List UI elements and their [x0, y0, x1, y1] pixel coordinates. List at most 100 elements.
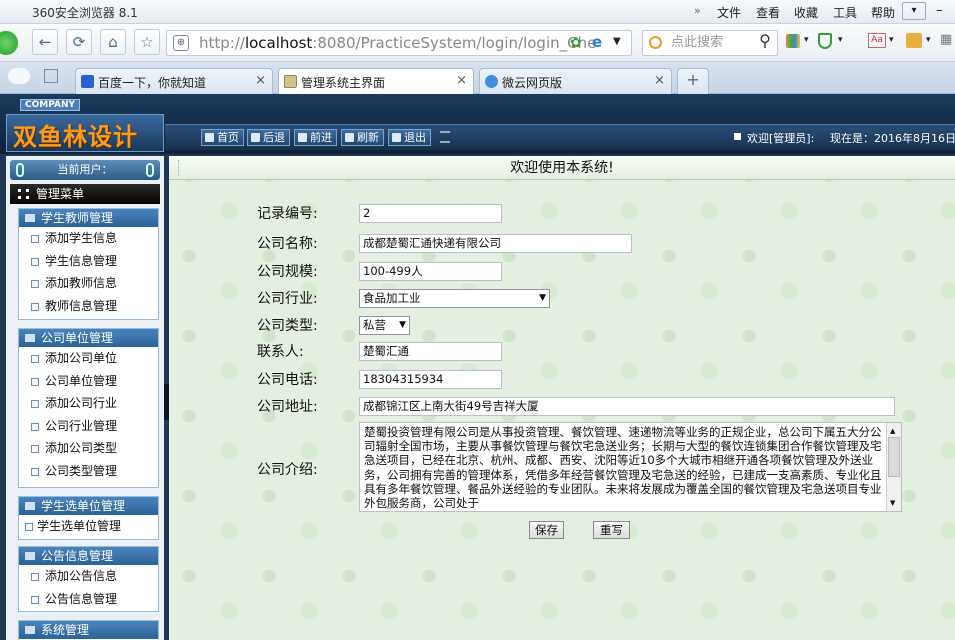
close-icon[interactable]: ×	[255, 73, 266, 88]
company-name-input[interactable]: 成都楚蜀汇通快递有限公司	[359, 234, 632, 253]
phone-input[interactable]: 18304315934	[359, 370, 502, 389]
shield-icon: ⊕	[173, 35, 189, 51]
security-dropdown-icon[interactable]: ▾	[838, 35, 843, 45]
home-icon[interactable]: ⌂	[100, 29, 126, 55]
record-input[interactable]: 2	[359, 204, 502, 223]
translate-icon[interactable]: Aa	[868, 33, 886, 48]
contact-label: 联系人:	[257, 344, 304, 360]
refresh-label: 刷新	[357, 131, 379, 144]
sidebar-item-add-student[interactable]: 添加学生信息	[19, 227, 158, 250]
forward-label: 前进	[310, 131, 332, 144]
sidebar-item-company-manage[interactable]: 公司单位管理	[19, 370, 158, 393]
tab-weiyun[interactable]: 微云网页版 ×	[479, 68, 672, 94]
star-icon[interactable]: ☆	[134, 29, 160, 55]
ie-engine-icon[interactable]: e	[592, 33, 602, 51]
account-icon[interactable]: ▾	[902, 2, 926, 20]
scale-input[interactable]: 100-499人	[359, 262, 502, 281]
chevron-right-icon[interactable]: »	[694, 4, 701, 17]
doc-icon	[31, 235, 39, 243]
extension-dropdown-icon[interactable]: ▾	[926, 35, 931, 45]
sidebar-item-label: 添加教师信息	[45, 276, 118, 290]
doc-icon	[31, 400, 39, 408]
security-icon[interactable]	[818, 33, 832, 49]
sidebar-item-add-company[interactable]: 添加公司单位	[19, 347, 158, 370]
close-icon[interactable]: ×	[654, 73, 665, 88]
sidebar-item-company-type-manage[interactable]: 公司类型管理	[19, 460, 158, 483]
group-header[interactable]: 公司单位管理	[19, 329, 158, 347]
refresh-button[interactable]: 刷新	[341, 129, 384, 146]
doc-icon	[25, 523, 33, 531]
group-title: 公司单位管理	[41, 331, 114, 345]
translate-dropdown-icon[interactable]: ▾	[889, 35, 894, 45]
app-header: COMPANY 双鱼林设计 首页 后退 前进 刷新 退出 欢迎[管理员]: 现在…	[0, 94, 955, 154]
sidebar-item-student-manage[interactable]: 学生信息管理	[19, 250, 158, 273]
refresh-icon[interactable]: ⟳	[66, 29, 92, 55]
group-header[interactable]: 系统管理	[19, 621, 158, 639]
menu-tools[interactable]: 工具	[833, 4, 857, 21]
home-button[interactable]: 首页	[201, 129, 244, 146]
minimize-icon[interactable]: –	[936, 3, 943, 18]
industry-label: 公司行业:	[257, 291, 318, 307]
new-tab-button[interactable]: +	[677, 68, 709, 94]
scroll-down-icon[interactable]: ▼	[890, 496, 895, 510]
doc-icon	[31, 467, 39, 476]
group-header[interactable]: 公告信息管理	[19, 547, 158, 565]
forward-button[interactable]: 前进	[294, 129, 337, 146]
scrollbar[interactable]: ▲ ▼	[886, 423, 901, 511]
power-icon	[392, 133, 401, 142]
cloud-icon[interactable]	[8, 68, 30, 84]
back-icon[interactable]: ←	[32, 29, 58, 55]
more-icon[interactable]: ▦	[940, 32, 952, 47]
tab-baidu[interactable]: 百度一下，你就知道 ×	[75, 68, 273, 94]
sidebar-item-add-teacher[interactable]: 添加教师信息	[19, 272, 158, 295]
logout-button[interactable]: 退出	[388, 129, 431, 146]
address-input[interactable]: 成都锦江区上南大街49号吉祥大厦	[359, 397, 895, 416]
back-button[interactable]: 后退	[247, 129, 290, 146]
doc-icon	[31, 377, 39, 386]
apps-dropdown-icon[interactable]: ▾	[804, 35, 809, 45]
group-header[interactable]: 学生选单位管理	[19, 497, 158, 515]
close-icon[interactable]: ×	[456, 73, 467, 88]
address-bar[interactable]: ⊕ http://localhost:8080/PracticeSystem/l…	[166, 30, 632, 56]
group-system: 系统管理	[18, 620, 159, 640]
sidebar-item-add-industry[interactable]: 添加公司行业	[19, 392, 158, 415]
reset-button[interactable]: 重写	[593, 521, 630, 539]
sidebar-item-add-company-type[interactable]: 添加公司类型	[19, 437, 158, 460]
search-icon[interactable]: ⚲	[752, 29, 778, 55]
folder-icon	[25, 334, 35, 342]
back-label: 后退	[263, 131, 285, 144]
scroll-thumb[interactable]	[888, 437, 900, 477]
group-title: 学生教师管理	[41, 211, 114, 225]
type-select[interactable]: 私营 ▼	[359, 316, 410, 335]
intro-textarea[interactable]: 楚蜀投资管理有限公司是从事投资管理、餐饮管理、速递物流等业务的正规企业，总公司下…	[359, 422, 902, 512]
reload-page-icon[interactable]: ✿	[570, 35, 582, 51]
save-button[interactable]: 保存	[529, 521, 564, 539]
menu-title-label: 管理菜单	[36, 187, 85, 201]
menu-view[interactable]: 查看	[756, 4, 780, 21]
sidebar-item-selection-manage[interactable]: 学生选单位管理	[19, 515, 158, 538]
menu-title: 管理菜单	[10, 184, 160, 204]
url-path: :8080/PracticeSystem/login/login_Che	[312, 34, 597, 52]
sidebar-item-label: 添加学生信息	[45, 231, 118, 245]
extension-icon[interactable]	[906, 33, 922, 48]
scale-label: 公司规模:	[257, 264, 318, 280]
menu-favorites[interactable]: 收藏	[794, 4, 818, 21]
sidebar-item-notice-manage[interactable]: 公告信息管理	[19, 588, 158, 611]
industry-select[interactable]: 食品加工业 ▼	[359, 289, 550, 308]
group-header[interactable]: 学生教师管理	[19, 209, 158, 227]
menu-file[interactable]: 文件	[717, 4, 741, 21]
logo: 双鱼林设计	[6, 114, 164, 152]
doc-icon	[31, 280, 39, 288]
sidebar-item-label: 公司单位管理	[45, 373, 118, 388]
sidebar-item-add-notice[interactable]: 添加公告信息	[19, 565, 158, 588]
sidebar-item-industry-manage[interactable]: 公司行业管理	[19, 415, 158, 438]
menu-help[interactable]: 帮助	[871, 4, 895, 21]
contact-input[interactable]: 楚蜀汇通	[359, 342, 502, 361]
tab-admin-main[interactable]: 管理系统主界面 ×	[278, 68, 474, 95]
tab-list-icon[interactable]	[44, 69, 58, 83]
app-frame: COMPANY 双鱼林设计 首页 后退 前进 刷新 退出 欢迎[管理员]: 现在…	[0, 94, 955, 640]
intro-text: 楚蜀投资管理有限公司是从事投资管理、餐饮管理、速递物流等业务的正规企业，总公司下…	[364, 425, 882, 511]
url-dropdown-icon[interactable]: ▼	[613, 36, 621, 47]
sidebar-item-teacher-manage[interactable]: 教师信息管理	[19, 295, 158, 318]
apps-icon[interactable]	[786, 34, 800, 48]
